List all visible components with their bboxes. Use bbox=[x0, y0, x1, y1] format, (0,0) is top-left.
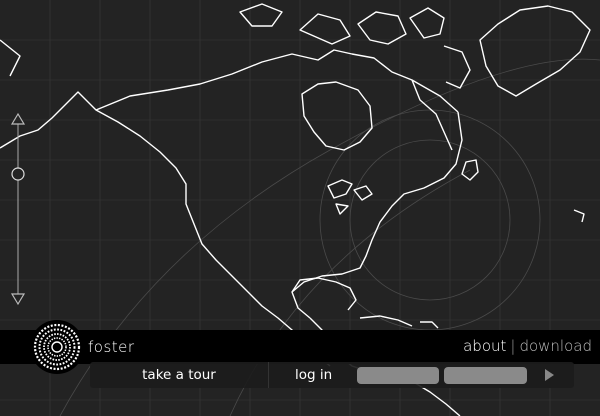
control-panel: take a tour log in bbox=[90, 362, 574, 388]
zoom-out-icon[interactable] bbox=[10, 293, 26, 306]
nav-separator: | bbox=[510, 337, 516, 355]
about-link[interactable]: about bbox=[463, 337, 506, 355]
take-tour-button[interactable]: take a tour bbox=[90, 362, 269, 388]
zoom-control[interactable] bbox=[10, 112, 26, 306]
username-field[interactable] bbox=[357, 367, 439, 384]
zoom-in-icon[interactable] bbox=[10, 112, 26, 125]
logo-ring-icon[interactable] bbox=[30, 320, 84, 374]
top-nav: about | download bbox=[463, 337, 592, 355]
password-field[interactable] bbox=[444, 367, 527, 384]
zoom-handle[interactable] bbox=[11, 167, 25, 181]
login-label: log in bbox=[295, 367, 333, 383]
download-link[interactable]: download bbox=[519, 337, 592, 355]
brand-name: foster bbox=[88, 338, 135, 356]
submit-arrow-icon[interactable] bbox=[545, 369, 554, 381]
